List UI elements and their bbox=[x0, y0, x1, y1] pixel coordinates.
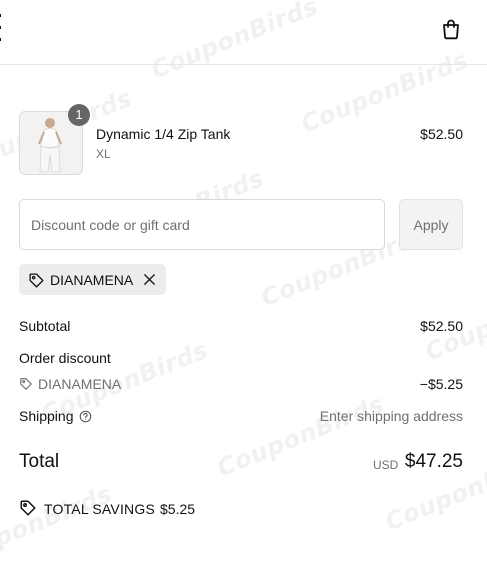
discount-code-input[interactable] bbox=[19, 199, 385, 250]
shipping-label: Shipping bbox=[19, 408, 74, 424]
watermark: CouponBirds bbox=[213, 389, 389, 483]
tag-icon bbox=[19, 377, 33, 391]
product-name: Dynamic 1/4 Zip Tank bbox=[96, 126, 231, 142]
applied-discount-code: DIANAMENA bbox=[50, 272, 134, 288]
order-discount-code: DIANAMENA bbox=[38, 376, 122, 392]
shopping-bag-icon[interactable] bbox=[439, 17, 463, 41]
shipping-value: Enter shipping address bbox=[319, 408, 463, 424]
subtotal-value: $52.50 bbox=[420, 318, 463, 334]
help-icon[interactable] bbox=[79, 410, 92, 423]
checkout-header bbox=[0, 0, 487, 65]
watermark: CouponBirds bbox=[0, 479, 117, 572]
total-value: $47.25 bbox=[404, 451, 463, 472]
menu-icon[interactable] bbox=[0, 14, 1, 44]
tag-icon bbox=[28, 272, 45, 289]
tag-icon bbox=[19, 499, 37, 517]
order-discount-value: −$5.25 bbox=[419, 376, 463, 392]
total-savings-value: $5.25 bbox=[160, 501, 196, 517]
line-item: 1 Dynamic 1/4 Zip Tank XL $52.50 bbox=[19, 104, 463, 175]
product-variant: XL bbox=[96, 147, 111, 161]
product-price: $52.50 bbox=[420, 126, 463, 142]
total-currency: USD bbox=[373, 458, 399, 472]
apply-button[interactable]: Apply bbox=[399, 199, 463, 250]
quantity-badge: 1 bbox=[68, 104, 90, 126]
total-label: Total bbox=[19, 451, 60, 472]
applied-discount-chip: DIANAMENA bbox=[19, 264, 166, 295]
subtotal-label: Subtotal bbox=[19, 318, 71, 334]
close-icon[interactable] bbox=[143, 273, 156, 286]
total-savings-label: TOTAL SAVINGS bbox=[44, 501, 155, 517]
order-discount-label: Order discount bbox=[19, 350, 111, 366]
